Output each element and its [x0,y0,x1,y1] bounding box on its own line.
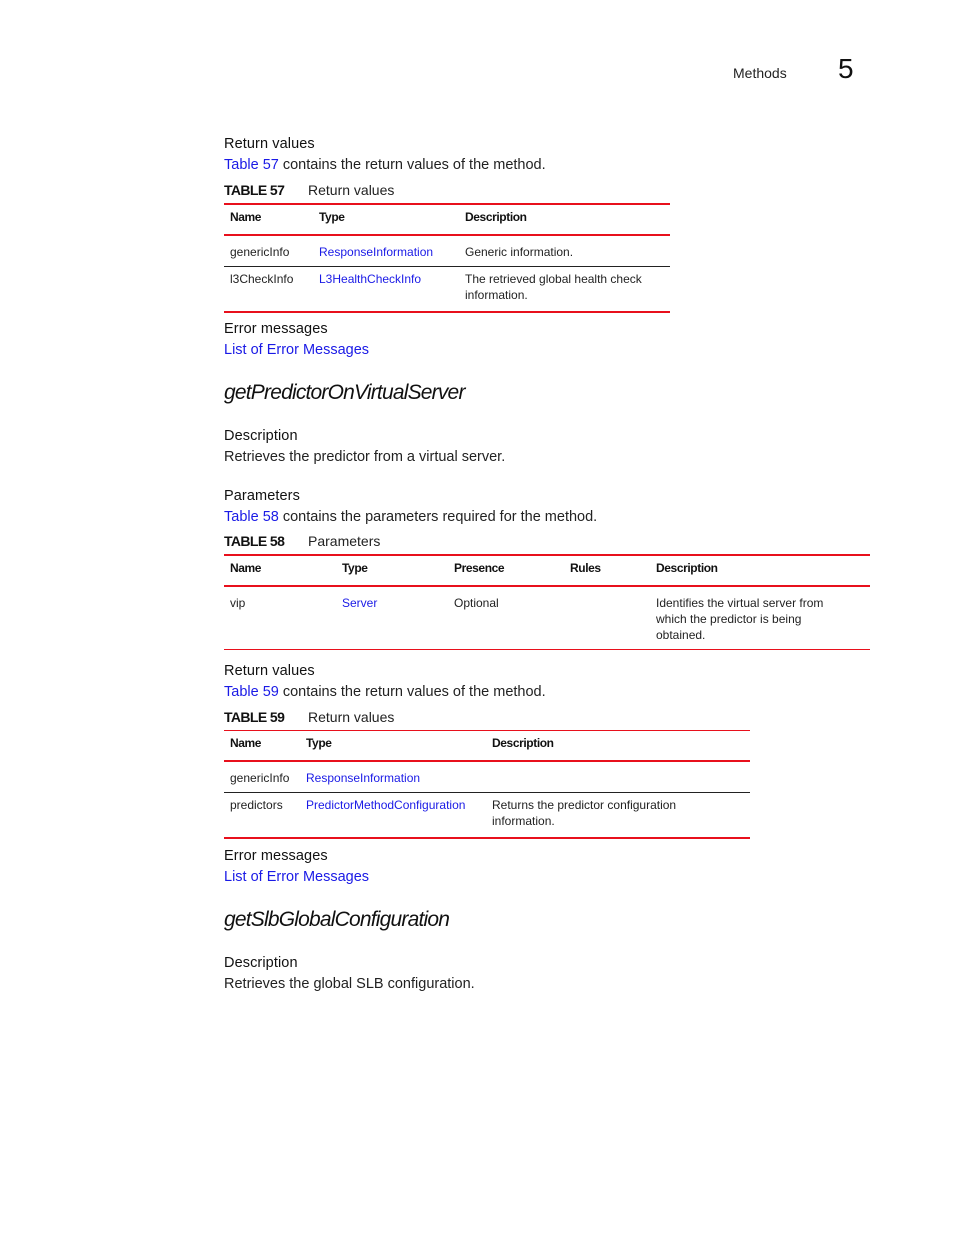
table-57-intro-text: contains the return values of the method… [278,157,546,173]
description-heading: Description [224,955,298,971]
cell-name: l3CheckInfo [230,272,294,286]
cell-name: genericInfo [230,771,290,785]
table-header-row: Name Type Description [224,730,750,761]
table-59-number: TABLE 59 [224,709,285,725]
cell-name: vip [230,596,246,610]
table-59-link[interactable]: Table 59 [224,684,279,700]
table-row: l3CheckInfo L3HealthCheckInfo The retrie… [224,267,670,313]
parameters-heading: Parameters [224,488,300,504]
column-header-name: Name [230,561,262,575]
table-57-caption: TABLE 57 Return values [224,182,394,198]
table-row: genericInfo ResponseInformation Generic … [224,235,670,267]
error-messages-heading: Error messages [224,848,328,864]
description-text: Retrieves the predictor from a virtual s… [224,449,506,465]
table-58-intro-text: contains the parameters required for the… [278,509,598,525]
method-title: getPredictorOnVirtualServer [224,381,465,404]
table-57: Name Type Description genericInfo Respon… [224,203,670,313]
table-58-link[interactable]: Table 58 [224,509,279,525]
return-values-heading: Return values [224,136,315,152]
table-row: genericInfo ResponseInformation [224,761,750,793]
table-58-intro: Table 58 contains the parameters require… [224,509,597,525]
cell-description [486,761,750,793]
table-59: Name Type Description genericInfo Respon… [224,730,750,839]
cell-presence: Optional [454,596,499,610]
table-58-caption: TABLE 58 Parameters [224,533,380,549]
cell-type-link[interactable]: ResponseInformation [300,761,486,793]
cell-type-link[interactable]: Server [336,586,448,650]
table-57-intro: Table 57 contains the return values of t… [224,157,546,173]
column-header-description: Description [465,210,527,224]
table-57-number: TABLE 57 [224,182,285,198]
description-heading: Description [224,428,298,444]
table-58-title: Parameters [308,533,381,549]
cell-type-link[interactable]: ResponseInformation [313,235,459,267]
table-row: predictors PredictorMethodConfiguration … [224,793,750,839]
column-header-rules: Rules [570,561,601,575]
table-header-row: Name Type Description [224,204,670,235]
cell-type-link[interactable]: L3HealthCheckInfo [313,267,459,313]
error-messages-heading: Error messages [224,321,328,337]
cell-description: Returns the predictor configuration info… [492,798,677,828]
error-messages-link[interactable]: List of Error Messages [224,869,369,885]
table-header-row: Name Type Presence Rules Description [224,555,870,586]
column-header-description: Description [492,736,554,750]
column-header-description: Description [656,561,718,575]
description-text: Retrieves the global SLB configuration. [224,976,475,992]
running-header-section: Methods [733,65,787,81]
return-values-heading: Return values [224,663,315,679]
error-messages-link[interactable]: List of Error Messages [224,342,369,358]
column-header-type: Type [342,561,368,575]
chapter-number: 5 [838,53,854,84]
cell-rules [564,586,650,650]
table-59-title: Return values [308,709,395,725]
table-57-link[interactable]: Table 57 [224,157,279,173]
cell-name: genericInfo [230,245,290,259]
table-58: Name Type Presence Rules Description vip… [224,554,870,650]
table-57-title: Return values [308,182,395,198]
cell-description: Generic information. [465,245,574,259]
column-header-type: Type [306,736,332,750]
cell-name: predictors [230,798,283,812]
column-header-type: Type [319,210,345,224]
table-59-intro-text: contains the return values of the method… [278,684,546,700]
cell-description: Identifies the virtual server from which… [656,596,824,642]
column-header-name: Name [230,210,262,224]
method-title: getSlbGlobalConfiguration [224,908,450,931]
table-59-caption: TABLE 59 Return values [224,709,394,725]
column-header-presence: Presence [454,561,505,575]
table-58-number: TABLE 58 [224,533,285,549]
cell-description: The retrieved global health check inform… [465,272,642,302]
table-row: vip Server Optional Identifies the virtu… [224,586,870,650]
table-59-intro: Table 59 contains the return values of t… [224,684,546,700]
cell-type-link[interactable]: PredictorMethodConfiguration [300,793,486,839]
column-header-name: Name [230,736,262,750]
